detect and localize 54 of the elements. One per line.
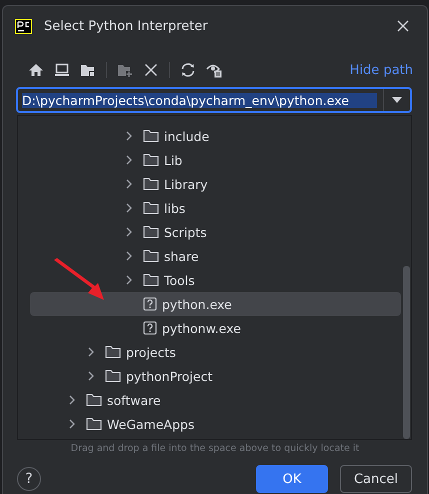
tree-row[interactable]: share <box>30 244 401 268</box>
tree-row[interactable]: libs <box>30 196 401 220</box>
tree-row[interactable]: pythonw.exe <box>30 316 401 340</box>
folder-icon <box>105 345 121 359</box>
unknown-file-icon <box>143 297 157 311</box>
folder-icon <box>143 201 159 215</box>
chevron-right-icon[interactable] <box>125 131 133 141</box>
tree-row[interactable]: Tools <box>30 268 401 292</box>
folder-icon <box>86 393 102 407</box>
tree-row[interactable]: include <box>30 124 401 148</box>
chevron-right-icon[interactable] <box>125 227 133 237</box>
tree-row[interactable]: pythonProject <box>30 364 401 388</box>
chevron-right-icon[interactable] <box>87 371 95 381</box>
hint-text: Drag and drop a file into the space above to quickly locate it <box>70 443 360 456</box>
home-icon[interactable] <box>28 62 44 78</box>
folder-icon <box>143 225 159 239</box>
window-title: Select Python Interpreter <box>44 18 209 34</box>
monitor-icon[interactable] <box>54 62 70 78</box>
tree-row[interactable]: projects <box>30 340 401 364</box>
chevron-right-icon[interactable] <box>87 347 95 357</box>
chevron-right-icon[interactable] <box>125 155 133 165</box>
folder-icon <box>143 273 159 287</box>
delete-icon[interactable] <box>143 62 159 78</box>
chevron-right-icon[interactable] <box>125 203 133 213</box>
hide-path-link[interactable]: Hide path <box>350 62 413 78</box>
tree-row[interactable]: Library <box>30 172 401 196</box>
tree-row[interactable]: Lib <box>30 148 401 172</box>
tree-row[interactable]: Scripts <box>30 220 401 244</box>
folder-icon <box>143 153 159 167</box>
app-logo-icon <box>15 18 32 34</box>
tree-row[interactable]: software <box>30 388 401 412</box>
path-field[interactable]: D:\pycharmProjects\conda\pycharm_env\python.exe <box>16 87 412 113</box>
eye-icon[interactable] <box>206 62 222 78</box>
tree-row[interactable]: WeGameApps <box>30 412 401 436</box>
chevron-right-icon[interactable] <box>125 275 133 285</box>
tree-row[interactable]: python.exe <box>30 292 401 316</box>
folder-icon <box>143 129 159 143</box>
folder-icon <box>143 177 159 191</box>
cancel-button[interactable]: Cancel <box>340 465 412 493</box>
help-button[interactable]: ? <box>17 467 41 491</box>
scrollbar[interactable] <box>403 266 410 439</box>
unknown-file-icon <box>143 321 157 335</box>
folder-icon <box>86 417 102 431</box>
chevron-right-icon[interactable] <box>125 251 133 261</box>
ok-button[interactable]: OK <box>256 465 328 493</box>
folder-icon <box>143 249 159 263</box>
chevron-right-icon[interactable] <box>125 179 133 189</box>
refresh-icon[interactable] <box>180 62 196 78</box>
close-icon[interactable] <box>397 20 409 32</box>
chevron-right-icon[interactable] <box>68 419 76 429</box>
dropdown-arrow-icon[interactable] <box>392 97 402 103</box>
folder-icon <box>105 369 121 383</box>
chevron-right-icon[interactable] <box>68 395 76 405</box>
folder-icon[interactable] <box>80 62 96 78</box>
